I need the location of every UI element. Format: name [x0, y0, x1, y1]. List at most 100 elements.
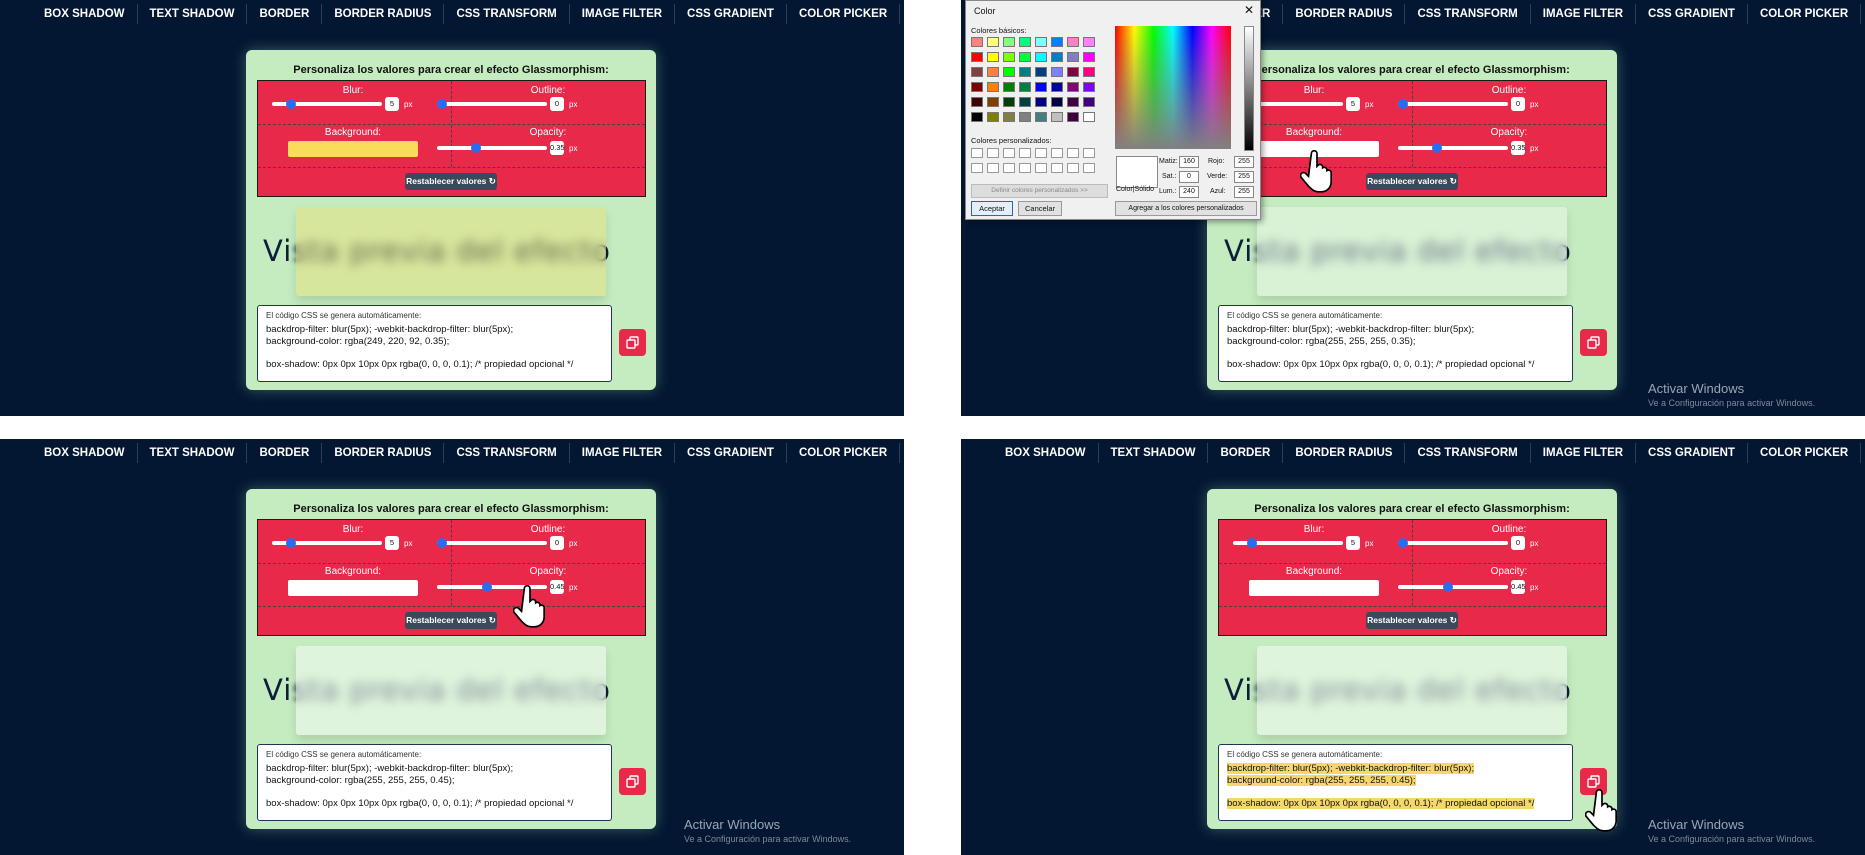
custom-color-swatch[interactable]	[971, 163, 983, 173]
nav-item-css-transform[interactable]: CSS TRANSFORM	[444, 443, 570, 463]
color-spectrum[interactable]	[1115, 26, 1231, 149]
nav-item-border-radius[interactable]: BORDER RADIUS	[322, 4, 445, 24]
nav-item-glassmorphism[interactable]: GLASSMORPHISM	[900, 443, 904, 463]
outline-value[interactable]: 0	[550, 536, 564, 550]
outline-slider-handle[interactable]	[1398, 538, 1408, 548]
css-code-output[interactable]: El código CSS se genera automáticamente:…	[257, 744, 612, 821]
blur-slider-handle[interactable]	[1247, 538, 1257, 548]
nav-item-border-radius[interactable]: BORDER RADIUS	[1283, 443, 1406, 463]
nav-item-border[interactable]: BORDER	[1208, 443, 1284, 463]
nav-item-border[interactable]: BORDER	[247, 443, 323, 463]
basic-color-swatch[interactable]	[1019, 97, 1031, 107]
nav-item-glassmorphism[interactable]: GLASSMORPHISM	[1861, 443, 1865, 463]
custom-color-swatch[interactable]	[971, 148, 983, 158]
basic-color-swatch[interactable]	[987, 52, 999, 62]
custom-color-swatch[interactable]	[1019, 148, 1031, 158]
outline-slider-handle[interactable]	[437, 99, 447, 109]
basic-color-swatch[interactable]	[1003, 67, 1015, 77]
basic-color-swatch[interactable]	[971, 52, 983, 62]
nav-item-css-gradient[interactable]: CSS GRADIENT	[1636, 4, 1748, 24]
basic-color-swatch[interactable]	[1035, 112, 1047, 122]
background-color-picker[interactable]	[1249, 580, 1379, 596]
basic-color-swatch[interactable]	[1035, 37, 1047, 47]
custom-color-swatch[interactable]	[987, 163, 999, 173]
opacity-value[interactable]: 0.45	[1511, 580, 1526, 594]
custom-color-swatch[interactable]	[1083, 148, 1095, 158]
nav-item-box-shadow[interactable]: BOX SHADOW	[44, 4, 138, 24]
cancel-button[interactable]: Cancelar	[1018, 201, 1062, 216]
outline-slider[interactable]	[437, 99, 547, 109]
outline-slider[interactable]	[437, 538, 547, 548]
blur-slider[interactable]	[272, 99, 382, 109]
basic-color-swatch[interactable]	[971, 97, 983, 107]
nav-item-color-picker[interactable]: COLOR PICKER	[787, 4, 901, 24]
basic-color-swatch[interactable]	[1083, 82, 1095, 92]
outline-value[interactable]: 0	[1511, 97, 1525, 111]
nav-item-text-shadow[interactable]: TEXT SHADOW	[138, 443, 248, 463]
blur-value[interactable]: 5	[1346, 536, 1360, 550]
basic-color-swatch[interactable]	[971, 37, 983, 47]
opacity-slider-handle[interactable]	[482, 582, 492, 592]
custom-color-swatch[interactable]	[1083, 163, 1095, 173]
nav-item-css-transform[interactable]: CSS TRANSFORM	[1405, 443, 1531, 463]
css-code-output[interactable]: El código CSS se genera automáticamente:…	[1218, 305, 1573, 382]
background-color-picker[interactable]	[288, 580, 418, 596]
custom-color-swatch[interactable]	[1019, 163, 1031, 173]
nav-item-css-transform[interactable]: CSS TRANSFORM	[444, 4, 570, 24]
ok-button[interactable]: Aceptar	[971, 201, 1013, 216]
basic-color-swatch[interactable]	[1035, 52, 1047, 62]
basic-color-swatch[interactable]	[1051, 52, 1063, 62]
basic-color-swatch[interactable]	[1067, 97, 1079, 107]
basic-color-swatch[interactable]	[1067, 52, 1079, 62]
outline-slider-handle[interactable]	[437, 538, 447, 548]
basic-color-swatch[interactable]	[1067, 67, 1079, 77]
basic-color-swatch[interactable]	[1051, 37, 1063, 47]
nav-item-color-picker[interactable]: COLOR PICKER	[787, 443, 901, 463]
opacity-slider[interactable]	[1398, 143, 1508, 153]
nav-item-css-gradient[interactable]: CSS GRADIENT	[1636, 443, 1748, 463]
nav-item-border-radius[interactable]: BORDER RADIUS	[1283, 4, 1406, 24]
basic-color-swatch[interactable]	[1019, 82, 1031, 92]
basic-color-swatch[interactable]	[987, 97, 999, 107]
custom-color-swatch[interactable]	[1003, 148, 1015, 158]
basic-color-swatch[interactable]	[1067, 112, 1079, 122]
basic-color-swatch[interactable]	[1019, 52, 1031, 62]
red-field[interactable]: 255	[1234, 156, 1254, 168]
basic-color-swatch[interactable]	[1083, 112, 1095, 122]
basic-color-swatch[interactable]	[1003, 82, 1015, 92]
outline-slider-handle[interactable]	[1398, 99, 1408, 109]
nav-item-image-filter[interactable]: IMAGE FILTER	[1531, 4, 1637, 24]
blur-slider-handle[interactable]	[286, 538, 296, 548]
blur-slider[interactable]	[1233, 538, 1343, 548]
basic-color-swatch[interactable]	[1019, 37, 1031, 47]
basic-color-swatch[interactable]	[1083, 37, 1095, 47]
nav-item-glassmorphism[interactable]: GLASSMORPHISM	[1861, 4, 1865, 24]
opacity-value[interactable]: 0.35	[1511, 141, 1526, 155]
outline-value[interactable]: 0	[1511, 536, 1525, 550]
custom-color-swatch[interactable]	[1067, 163, 1079, 173]
basic-color-swatch[interactable]	[1003, 37, 1015, 47]
opacity-slider[interactable]	[1398, 582, 1508, 592]
green-field[interactable]: 255	[1234, 171, 1254, 183]
custom-color-swatch[interactable]	[1035, 163, 1047, 173]
basic-color-swatch[interactable]	[1067, 37, 1079, 47]
outline-value[interactable]: 0	[550, 97, 564, 111]
basic-color-swatch[interactable]	[987, 82, 999, 92]
blur-slider[interactable]	[272, 538, 382, 548]
nav-item-color-picker[interactable]: COLOR PICKER	[1748, 443, 1862, 463]
nav-item-text-shadow[interactable]: TEXT SHADOW	[138, 4, 248, 24]
luminance-bar[interactable]	[1244, 26, 1254, 151]
basic-color-swatch[interactable]	[1003, 52, 1015, 62]
basic-color-swatch[interactable]	[1067, 82, 1079, 92]
lum-field[interactable]: 240	[1179, 186, 1199, 198]
basic-color-swatch[interactable]	[1051, 67, 1063, 77]
copy-button[interactable]	[1580, 329, 1607, 356]
outline-slider[interactable]	[1398, 538, 1508, 548]
basic-color-swatch[interactable]	[1051, 82, 1063, 92]
custom-color-swatch[interactable]	[1067, 148, 1079, 158]
opacity-value[interactable]: 0.45	[550, 580, 565, 594]
basic-color-swatch[interactable]	[971, 82, 983, 92]
basic-color-swatch[interactable]	[987, 37, 999, 47]
custom-color-swatch[interactable]	[1051, 163, 1063, 173]
basic-color-swatch[interactable]	[1083, 67, 1095, 77]
